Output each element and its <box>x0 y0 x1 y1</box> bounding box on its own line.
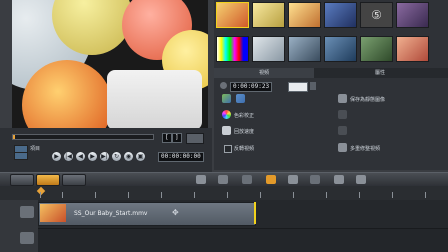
timeline-view-button[interactable] <box>36 174 60 186</box>
tab-video[interactable]: 視頻 <box>214 68 314 78</box>
multi-trim-icon[interactable] <box>338 143 347 152</box>
fade-out-icon[interactable] <box>236 94 245 103</box>
mixer-icon[interactable] <box>266 175 276 184</box>
fullscreen-icon[interactable]: ▣ <box>136 152 145 161</box>
record-icon[interactable] <box>242 175 252 184</box>
volume-dropdown-icon[interactable] <box>310 82 316 90</box>
undo-icon[interactable] <box>196 175 206 184</box>
library-thumb[interactable] <box>288 36 321 62</box>
library-thumb[interactable] <box>324 36 357 62</box>
move-cursor-icon: ✥ <box>172 208 179 217</box>
mark-in-button[interactable]: [ <box>162 133 172 143</box>
zoom-icon[interactable] <box>356 175 366 184</box>
color-correction-icon[interactable] <box>222 110 231 119</box>
video-track-icon[interactable] <box>20 206 34 218</box>
overlay-track[interactable] <box>38 229 448 252</box>
clock-icon <box>220 82 227 89</box>
countdown-thumb[interactable]: ⑤ <box>360 2 393 28</box>
volume-field[interactable] <box>288 82 308 92</box>
playback-speed-label[interactable]: 回放速度 <box>234 128 254 135</box>
clip-mode-icon[interactable] <box>14 152 28 160</box>
reverse-video-checkbox[interactable] <box>224 145 232 153</box>
library-thumb[interactable] <box>396 36 429 62</box>
reverse-video-label[interactable]: 反轉視頻 <box>234 145 254 152</box>
library-thumb[interactable] <box>396 2 429 28</box>
preview-window <box>12 0 208 128</box>
save-still-label[interactable]: 保存為靜態圖像 <box>350 96 385 103</box>
color-bars-thumb[interactable] <box>216 36 249 62</box>
volume-icon[interactable]: ◉ <box>124 152 133 161</box>
color-correction-label[interactable]: 色彩校正 <box>234 112 254 119</box>
clip-name: SS_Our Baby_Start.mmv <box>74 210 148 217</box>
library-thumb[interactable] <box>252 2 285 28</box>
play-icon[interactable]: ▶ <box>52 152 61 161</box>
timeline-ruler[interactable] <box>0 186 448 201</box>
redo-icon[interactable] <box>218 175 228 184</box>
next-frame-icon[interactable]: ▶ <box>88 152 97 161</box>
library-thumb[interactable] <box>252 36 285 62</box>
playback-speed-icon[interactable] <box>222 126 231 135</box>
library-thumb[interactable] <box>216 2 249 28</box>
fade-in-icon[interactable] <box>222 94 231 103</box>
library-thumb[interactable] <box>324 2 357 28</box>
playhead[interactable] <box>254 202 256 224</box>
save-still-icon[interactable] <box>338 94 347 103</box>
audio-view-button[interactable] <box>62 174 86 186</box>
storyboard-view-button[interactable] <box>10 174 34 186</box>
library-thumb[interactable] <box>288 2 321 28</box>
home-icon[interactable]: |◀ <box>64 152 73 161</box>
tab-attributes[interactable]: 屬性 <box>330 68 430 78</box>
timecode-display[interactable]: 00:00:00:00 <box>158 152 204 162</box>
scrub-handle[interactable] <box>13 135 15 139</box>
library-thumb[interactable] <box>360 36 393 62</box>
auto-music-icon[interactable] <box>288 175 298 184</box>
cake-image <box>107 70 202 128</box>
end-icon[interactable]: ▶| <box>100 152 109 161</box>
prev-frame-icon[interactable]: ◀ <box>76 152 85 161</box>
split-scene-icon <box>338 126 347 135</box>
clip-thumbnail <box>40 204 66 222</box>
fit-icon[interactable] <box>334 175 344 184</box>
mark-out-button[interactable]: ] <box>172 133 182 143</box>
scrub-bar[interactable] <box>12 134 154 140</box>
multi-trim-label[interactable]: 多重修整視頻 <box>350 145 380 152</box>
track-manager-icon[interactable] <box>310 175 320 184</box>
cut-button[interactable] <box>186 133 204 144</box>
mode-label: 項目 <box>30 146 41 152</box>
overlay-track-icon[interactable] <box>20 232 34 244</box>
duration-field[interactable]: 0:00:09:23 <box>230 82 273 92</box>
split-audio-icon <box>338 110 347 119</box>
repeat-icon[interactable]: ↻ <box>112 152 121 161</box>
